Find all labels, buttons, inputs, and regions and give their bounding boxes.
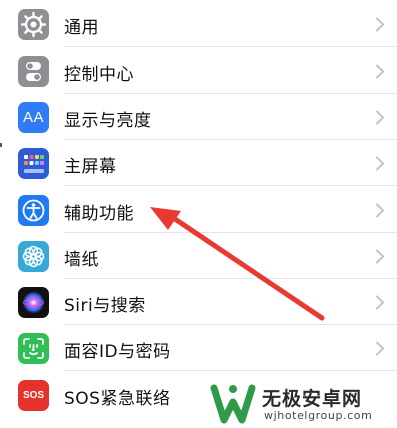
settings-row-general[interactable]: 通用 xyxy=(0,1,397,47)
chevron-right-icon xyxy=(376,203,384,218)
accessibility-person-icon xyxy=(18,195,49,226)
watermark-url: wjhotelgroup.com xyxy=(264,409,373,422)
settings-row-home-screen[interactable]: 主屏幕 xyxy=(0,140,397,186)
settings-row-label: Siri与搜索 xyxy=(64,296,146,316)
row-divider xyxy=(64,185,397,186)
flower-icon xyxy=(18,241,49,272)
settings-row-display-brightness[interactable]: AA 显示与亮度 xyxy=(0,94,397,140)
settings-row-label: 控制中心 xyxy=(64,65,134,85)
settings-row-label: 显示与亮度 xyxy=(64,111,152,131)
home-grid-icon xyxy=(18,148,49,179)
siri-icon xyxy=(18,287,49,318)
watermark-logo-icon xyxy=(210,384,256,424)
chevron-right-icon xyxy=(376,341,384,356)
row-divider xyxy=(64,370,397,371)
toggle-switches-icon xyxy=(18,56,49,87)
sos-glyph: SOS xyxy=(22,390,45,401)
watermark-title: 无极安卓网 xyxy=(262,388,363,410)
text-size-aa-icon: AA xyxy=(18,102,49,133)
settings-row-label: 主屏幕 xyxy=(64,157,117,177)
settings-list: 通用 控制中心 AA 显示与亮度 主屏幕 辅助功能 墙纸 Siri与搜索 面容I… xyxy=(0,0,397,428)
settings-row-label: 墙纸 xyxy=(64,250,99,270)
watermark: 无极安卓网 wjhotelgroup.com xyxy=(206,376,397,428)
settings-row-control-center[interactable]: 控制中心 xyxy=(0,48,397,94)
gear-icon xyxy=(18,9,49,40)
sos-icon: SOS xyxy=(18,380,49,411)
settings-row-face-id-passcode[interactable]: 面容ID与密码 xyxy=(0,325,397,371)
settings-row-label: SOS紧急联络 xyxy=(64,389,171,409)
settings-row-accessibility[interactable]: 辅助功能 xyxy=(0,187,397,233)
chevron-right-icon xyxy=(376,249,384,264)
settings-row-wallpaper[interactable]: 墙纸 xyxy=(0,233,397,279)
edge-mark xyxy=(0,143,2,147)
settings-row-label: 通用 xyxy=(64,18,99,38)
settings-row-label: 面容ID与密码 xyxy=(64,342,171,362)
chevron-right-icon xyxy=(376,110,384,125)
aa-glyph: AA xyxy=(22,109,44,126)
row-divider xyxy=(64,46,397,47)
chevron-right-icon xyxy=(376,295,384,310)
settings-row-siri-search[interactable]: Siri与搜索 xyxy=(0,279,397,325)
chevron-right-icon xyxy=(376,64,384,79)
chevron-right-icon xyxy=(376,17,384,32)
settings-row-label: 辅助功能 xyxy=(64,204,134,224)
face-id-icon xyxy=(18,333,49,364)
chevron-right-icon xyxy=(376,156,384,171)
